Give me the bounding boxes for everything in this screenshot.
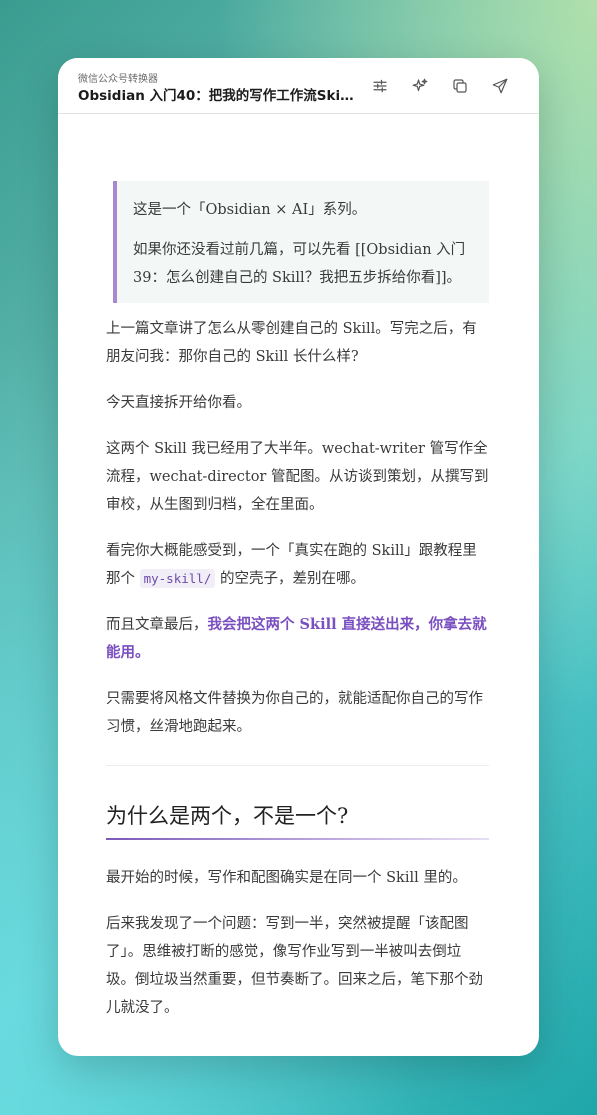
section-heading: 为什么是两个，不是一个? [106, 802, 489, 840]
article-content: 这是一个「Obsidian × AI」系列。 如果你还没看过前几篇，可以先看 [… [106, 113, 489, 1040]
preview-card: 微信公众号转换器 Obsidian 入门40：把我的写作工作流Skill拆给你看 [58, 58, 539, 1056]
paragraph: 只需要将风格文件替换为你自己的，就能适配你自己的写作习惯，丝滑地跑起来。 [106, 691, 483, 735]
inline-code: my-skill/ [139, 569, 216, 588]
sparkles-icon [412, 78, 428, 92]
paragraph: 后来我发现了一个问题：写到一半，突然被提醒「该配图了」。思维被打断的感觉，像写作… [106, 916, 483, 1016]
app-name: 微信公众号转换器 [78, 74, 158, 85]
quote-paragraph: 这是一个「Obsidian × AI」系列。 [133, 202, 367, 218]
document-title: Obsidian 入门40：把我的写作工作流Skill拆给你看 [78, 88, 358, 104]
copy-icon [453, 79, 467, 93]
paragraph-text: 而且文章最后， [106, 617, 208, 633]
quote-paragraph: 如果你还没看过前几篇，可以先看 [[Obsidian 入门39：怎么创建自己的 … [133, 242, 466, 286]
paragraph: 这两个 Skill 我已经用了大半年。wechat-writer 管写作全流程，… [106, 441, 489, 513]
paragraph: 最开始的时候，写作和配图确实是在同一个 Skill 里的。 [106, 870, 467, 886]
paragraph: 而且文章最后，我会把这两个 Skill 直接送出来，你拿去就能用。 [106, 611, 489, 667]
ai-button[interactable] [409, 75, 431, 97]
paragraph: 看完你大概能感受到，一个「真实在跑的 Skill」跟教程里那个 my-skill… [106, 537, 489, 593]
section-divider [106, 765, 489, 766]
send-button[interactable] [489, 75, 511, 97]
paragraph: 今天直接拆开给你看。 [106, 395, 251, 411]
settings-button[interactable] [369, 75, 391, 97]
series-quote-block: 这是一个「Obsidian × AI」系列。 如果你还没看过前几篇，可以先看 [… [113, 181, 489, 303]
card-header: 微信公众号转换器 Obsidian 入门40：把我的写作工作流Skill拆给你看 [58, 58, 539, 114]
paragraph-text: 的空壳子，差别在哪。 [215, 571, 365, 587]
copy-button[interactable] [449, 75, 471, 97]
send-icon [492, 78, 508, 94]
paragraph: 上一篇文章讲了怎么从零创建自己的 Skill。写完之后，有朋友问我：那你自己的 … [106, 321, 477, 365]
sliders-icon [373, 79, 387, 93]
